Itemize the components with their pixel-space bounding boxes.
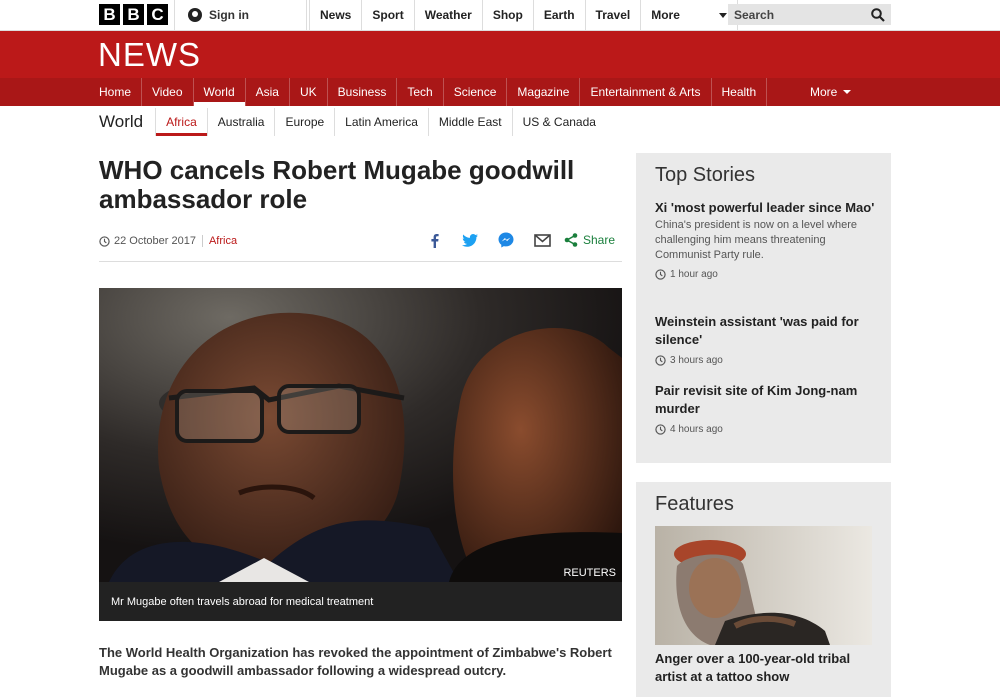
section-nav-business[interactable]: Business <box>328 78 398 106</box>
facebook-icon <box>430 233 439 248</box>
section-nav-world[interactable]: World <box>193 78 246 106</box>
top-story-summary: China's president is now on a level wher… <box>655 219 858 261</box>
sign-in-label: Sign in <box>209 8 249 22</box>
section-nav-magazine[interactable]: Magazine <box>507 78 581 106</box>
twitter-share-button[interactable] <box>452 233 488 247</box>
world-sub-nav: World Africa Australia Europe Latin Amer… <box>99 107 606 137</box>
top-story-time-label: 4 hours ago <box>670 424 723 435</box>
top-story-item[interactable]: Pair revisit site of Kim Jong-nam murder… <box>655 382 880 435</box>
sub-nav-title[interactable]: World <box>99 112 143 132</box>
caret-down-icon <box>843 89 852 94</box>
feature-image[interactable] <box>655 526 872 645</box>
bbc-logo[interactable]: B B C <box>99 4 168 25</box>
global-nav-more-button[interactable]: More <box>641 0 739 30</box>
caret-down-icon <box>719 12 728 18</box>
global-nav-weather[interactable]: Weather <box>415 0 483 30</box>
news-logo[interactable]: NEWS <box>98 36 201 74</box>
clock-icon <box>655 269 666 280</box>
features-panel: Features Anger over a 100-year-old triba… <box>636 482 891 697</box>
logo-letter-c: C <box>147 4 168 25</box>
top-story-time-label: 3 hours ago <box>670 355 723 366</box>
meta-divider <box>201 235 203 247</box>
share-button[interactable]: Share <box>564 233 615 247</box>
section-nav-tech[interactable]: Tech <box>397 78 444 106</box>
tattoo-artist-photo-illustration <box>655 526 872 645</box>
global-nav-travel[interactable]: Travel <box>586 0 642 30</box>
sub-nav-australia[interactable]: Australia <box>206 108 275 136</box>
search-icon[interactable] <box>871 7 885 22</box>
facebook-share-button[interactable] <box>416 233 452 248</box>
messenger-icon <box>498 232 514 248</box>
twitter-icon <box>462 233 478 247</box>
share-tools: Share <box>416 230 615 250</box>
global-nav: News Sport Weather Shop Earth Travel Mor… <box>309 0 739 30</box>
section-nav-home[interactable]: Home <box>89 78 143 106</box>
article-category-link[interactable]: Africa <box>209 235 237 247</box>
sub-nav-africa[interactable]: Africa <box>155 108 207 136</box>
share-label: Share <box>583 233 616 247</box>
top-story-title[interactable]: Xi 'most powerful leader since Mao' <box>655 199 880 217</box>
user-icon <box>188 8 202 22</box>
top-story-time: 3 hours ago <box>655 355 880 366</box>
top-story-item[interactable]: Weinstein assistant 'was paid for silenc… <box>655 313 880 366</box>
search-input[interactable]: Search <box>728 4 891 25</box>
logo-letter-b1: B <box>99 4 120 25</box>
clock-icon <box>655 424 666 435</box>
sub-nav-us-canada[interactable]: US & Canada <box>511 108 606 136</box>
sub-nav-europe[interactable]: Europe <box>274 108 334 136</box>
top-story-item[interactable]: Xi 'most powerful leader since Mao' Chin… <box>655 199 880 280</box>
global-nav-earth[interactable]: Earth <box>534 0 586 30</box>
top-stories-panel: Top Stories Xi 'most powerful leader sin… <box>636 153 891 463</box>
logo-letter-b2: B <box>123 4 144 25</box>
global-nav-more-label: More <box>651 8 680 22</box>
clock-icon <box>99 235 110 247</box>
top-story-time: 4 hours ago <box>655 424 880 435</box>
news-banner: NEWS <box>0 31 1000 78</box>
top-stories-title: Top Stories <box>655 164 756 186</box>
image-caption: Mr Mugabe often travels abroad for medic… <box>99 582 622 621</box>
sub-nav-middle-east[interactable]: Middle East <box>427 108 512 136</box>
section-nav: Home Video World Asia UK Business Tech S… <box>0 78 1000 106</box>
article-photo: REUTERS <box>99 288 622 582</box>
divider <box>99 261 622 262</box>
global-nav-shop[interactable]: Shop <box>483 0 534 30</box>
section-nav-video[interactable]: Video <box>142 78 194 106</box>
sign-in-link[interactable]: Sign in <box>174 0 307 30</box>
section-nav-uk[interactable]: UK <box>290 78 328 106</box>
section-nav-health[interactable]: Health <box>712 78 768 106</box>
image-credit: REUTERS <box>563 567 616 579</box>
article-headline: WHO cancels Robert Mugabe goodwill ambas… <box>99 155 575 214</box>
top-story-title[interactable]: Pair revisit site of Kim Jong-nam murder <box>655 382 880 418</box>
top-story-time: 1 hour ago <box>655 269 880 280</box>
email-icon <box>533 233 551 247</box>
article-date: 22 October 2017 <box>114 235 196 247</box>
section-nav-more-label: More <box>810 85 838 99</box>
email-share-button[interactable] <box>524 233 560 247</box>
section-nav-asia[interactable]: Asia <box>246 78 290 106</box>
global-nav-news[interactable]: News <box>309 0 363 30</box>
share-icon <box>564 233 578 247</box>
features-title: Features <box>655 493 734 515</box>
messenger-share-button[interactable] <box>488 232 524 248</box>
mugabe-photo-illustration <box>99 288 622 582</box>
feature-title[interactable]: Anger over a 100-year-old tribal artist … <box>655 650 880 686</box>
global-nav-sport[interactable]: Sport <box>362 0 415 30</box>
global-header: B B C Sign in News Sport Weather Shop Ea… <box>0 0 1000 31</box>
top-story-title[interactable]: Weinstein assistant 'was paid for silenc… <box>655 313 880 349</box>
search-placeholder: Search <box>734 7 775 22</box>
article-meta: 22 October 2017 Africa <box>99 233 237 249</box>
section-nav-science[interactable]: Science <box>444 78 508 106</box>
section-nav-entertainment-arts[interactable]: Entertainment & Arts <box>580 78 712 106</box>
article-intro: The World Health Organization has revoke… <box>99 645 612 678</box>
top-story-time-label: 1 hour ago <box>670 269 718 280</box>
section-nav-more-button[interactable]: More <box>810 78 853 106</box>
clock-icon <box>655 355 666 366</box>
sub-nav-latin-america[interactable]: Latin America <box>334 108 428 136</box>
